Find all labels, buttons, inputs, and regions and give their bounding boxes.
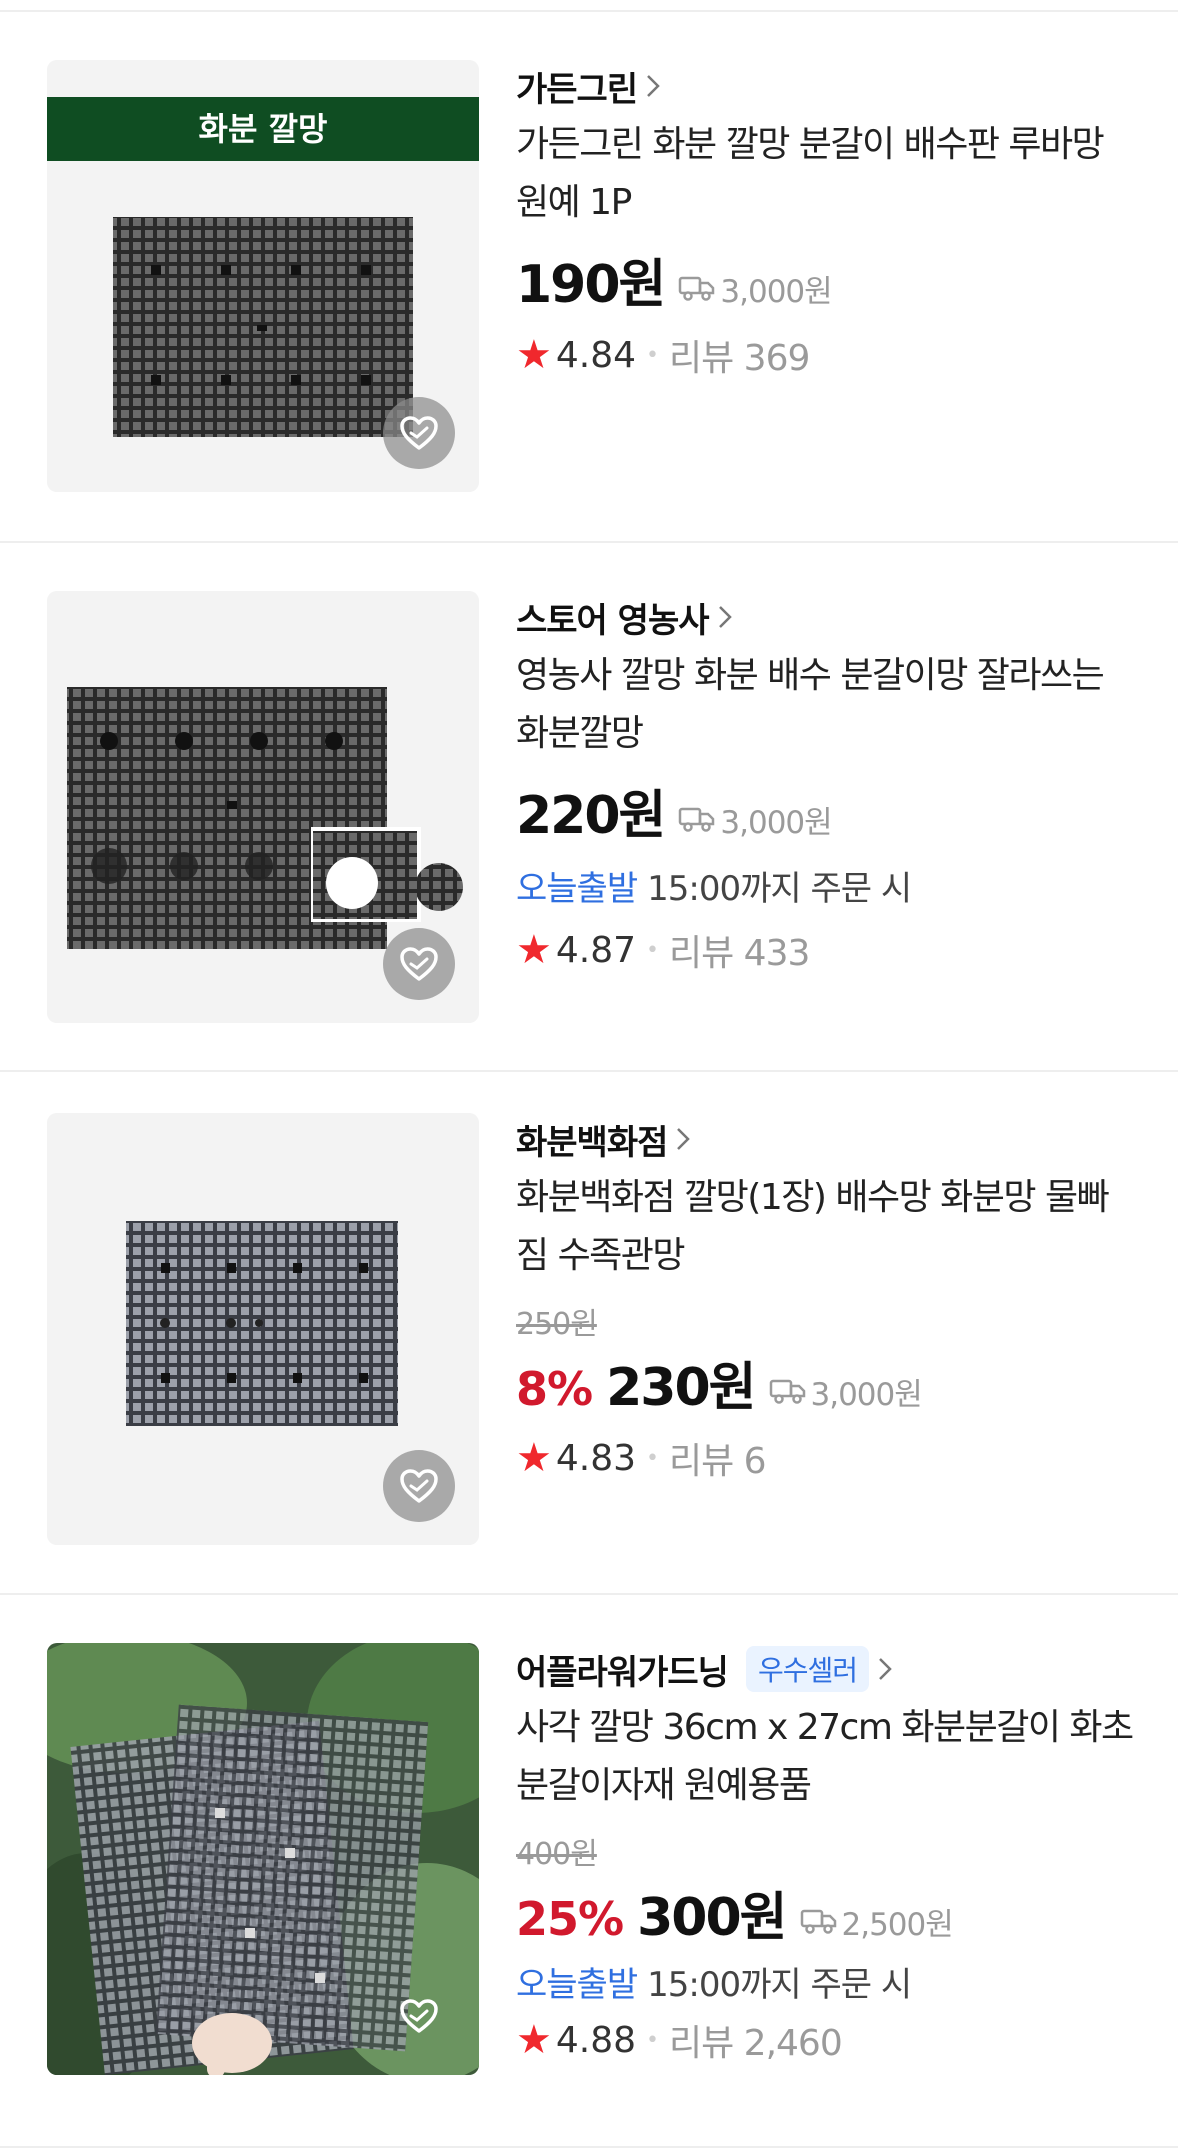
product-feed: 화분 깔망 가든그린 가든그린 화분 깔망 분갈이 배수판 루바망 원예 1P … [0,0,1178,2156]
review-count: 리뷰 6 [669,1441,767,1482]
star-icon: ★ [516,2017,552,2063]
product-image[interactable] [47,1113,479,1545]
product-image[interactable] [47,1643,479,2075]
price: 220원 [516,786,666,846]
divider [0,541,1178,543]
separator-dot: • [646,1445,659,1471]
product-card[interactable]: 화분백화점 화분백화점 깔망(1장) 배수망 화분망 물빠짐 수족관망 250원… [0,1113,1178,1545]
store-link[interactable]: 가든그린 [516,60,1136,112]
seller-badge: 우수셀러 [745,1646,870,1692]
truck-icon [769,1379,805,1404]
product-card[interactable]: 스토어 영농사 영농사 깔망 화분 배수 분갈이망 잘라쓰는 화분깔망 220원… [0,591,1178,1023]
product-image[interactable] [47,591,479,1023]
truck-icon [679,276,715,301]
wishlist-button[interactable] [383,397,455,469]
shipping-fee-value: 3,000원 [720,804,832,841]
original-price: 400원 [516,1837,598,1872]
chevron-right-icon [675,1126,691,1152]
price: 300원 [637,1888,787,1948]
rating-score: 4.87 [555,929,637,971]
star-icon: ★ [516,1435,552,1481]
review-count: 리뷰 369 [669,338,810,379]
heart-icon [400,1999,438,2033]
discount-rate: 8% [516,1362,593,1416]
rating-row: ★ 4.87 • 리뷰 433 [516,925,1136,975]
product-card[interactable]: 화분 깔망 가든그린 가든그린 화분 깔망 분갈이 배수판 루바망 원예 1P … [0,60,1178,492]
chevron-right-icon [645,73,661,99]
shipping-fee-value: 2,500원 [841,1906,954,1943]
separator-dot: • [646,2027,659,2053]
truck-icon [679,807,715,832]
delivery-badge: 오늘출발 [516,869,638,909]
wishlist-button[interactable] [383,1980,455,2052]
store-link[interactable]: 스토어 영농사 [516,591,1136,643]
divider [0,1070,1178,1072]
heart-icon [400,947,438,981]
discount-rate: 25% [516,1892,624,1946]
original-price: 250원 [516,1307,598,1342]
heart-icon [400,416,438,450]
store-name: 스토어 영농사 [516,600,710,641]
truck-icon [800,1909,836,1934]
rating-row: ★ 4.83 • 리뷰 6 [516,1433,1136,1483]
shipping-fee: 3,000원 [678,797,833,842]
separator-dot: • [646,937,659,963]
rating-row: ★ 4.88 • 리뷰 2,460 [516,2015,1136,2065]
divider [0,10,1178,12]
star-icon: ★ [516,332,552,378]
divider [0,1593,1178,1595]
wishlist-button[interactable] [383,1450,455,1522]
product-image[interactable]: 화분 깔망 [47,60,479,492]
price: 190원 [516,255,666,315]
shipping-fee-value: 3,000원 [810,1376,923,1413]
rating-score: 4.84 [555,334,637,376]
product-title[interactable]: 화분백화점 깔망(1장) 배수망 화분망 물빠짐 수족관망 [516,1169,1136,1285]
price: 230원 [606,1358,756,1418]
heart-icon [400,1469,438,1503]
delivery-badge: 오늘출발 [516,1965,638,2005]
rating-score: 4.83 [555,1437,637,1479]
divider [0,2146,1178,2148]
delivery-info: 오늘출발 15:00까지 주문 시 [516,1957,1136,2005]
shipping-fee-value: 3,000원 [720,273,832,310]
delivery-text: 15:00까지 주문 시 [647,1965,912,2005]
delivery-text: 15:00까지 주문 시 [647,869,912,909]
rating-score: 4.88 [555,2019,637,2061]
shipping-fee: 3,000원 [678,266,833,311]
product-title[interactable]: 영농사 깔망 화분 배수 분갈이망 잘라쓰는 화분깔망 [516,647,1136,763]
chevron-right-icon [717,604,733,630]
product-card[interactable]: 어플라워가드닝 우수셀러 사각 깔망 36cm x 27cm 화분분갈이 화초 … [0,1643,1178,2075]
image-banner: 화분 깔망 [199,110,328,148]
store-name: 어플라워가드닝 [516,1652,729,1693]
star-icon: ★ [516,927,552,973]
review-count: 리뷰 433 [669,933,810,974]
chevron-right-icon [877,1656,893,1682]
product-title[interactable]: 사각 깔망 36cm x 27cm 화분분갈이 화초 분갈이자재 원예용품 [516,1699,1136,1815]
delivery-info: 오늘출발 15:00까지 주문 시 [516,861,1136,909]
store-link[interactable]: 어플라워가드닝 우수셀러 [516,1643,1136,1695]
store-name: 가든그린 [516,69,638,110]
separator-dot: • [646,342,659,368]
store-name: 화분백화점 [516,1122,668,1163]
review-count: 리뷰 2,460 [669,2023,843,2064]
product-title[interactable]: 가든그린 화분 깔망 분갈이 배수판 루바망 원예 1P [516,116,1136,232]
rating-row: ★ 4.84 • 리뷰 369 [516,330,1136,380]
shipping-fee: 3,000원 [769,1369,923,1414]
wishlist-button[interactable] [383,928,455,1000]
shipping-fee: 2,500원 [800,1899,954,1944]
store-link[interactable]: 화분백화점 [516,1113,1136,1165]
